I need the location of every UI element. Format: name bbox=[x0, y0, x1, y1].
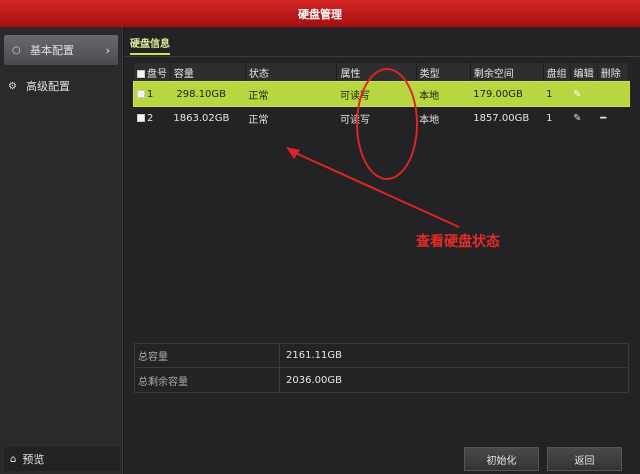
annotation-arrow bbox=[286, 147, 460, 228]
annotation-text: 查看硬盘状态 bbox=[416, 234, 500, 250]
cell-group: 1 bbox=[546, 112, 553, 124]
summary-row-free: 总剩余容量 2036.00GB bbox=[135, 368, 628, 392]
sidebar-item-label: 高级配置 bbox=[26, 80, 70, 93]
edit-icon[interactable]: ✎ bbox=[573, 89, 581, 100]
header-edit: 编辑 bbox=[570, 63, 598, 82]
preview-button[interactable]: ⌂ 预览 bbox=[4, 447, 120, 471]
tab-bar: 硬盘信息 bbox=[124, 27, 640, 57]
initialize-button[interactable]: 初始化 bbox=[464, 447, 539, 471]
preview-label: 预览 bbox=[22, 453, 45, 466]
cell-disk-no: 1 bbox=[134, 82, 171, 106]
total-capacity-label: 总容量 bbox=[135, 344, 280, 367]
back-button[interactable]: 返回 bbox=[547, 447, 622, 471]
total-free-label: 总剩余容量 bbox=[135, 368, 280, 392]
cell-capacity: 298.10GB bbox=[170, 82, 246, 106]
cell-free: 1857.00GB bbox=[473, 112, 530, 124]
sidebar: ○ 基本配置 › ⚙ 高级配置 bbox=[0, 27, 123, 474]
header-type: 类型 bbox=[416, 63, 471, 82]
total-free-value: 2036.00GB bbox=[286, 374, 342, 386]
header-disk-no: 盘号 bbox=[134, 63, 171, 82]
header-free: 剩余空间 bbox=[470, 63, 544, 82]
home-icon: ⌂ bbox=[10, 453, 17, 465]
tab-disk-info[interactable]: 硬盘信息 bbox=[130, 35, 170, 55]
circle-icon: ○ bbox=[12, 44, 21, 56]
chevron-right-icon: › bbox=[105, 43, 110, 57]
summary-panel: 总容量 2161.11GB 总剩余容量 2036.00GB bbox=[134, 343, 629, 393]
cell-status: 正常 bbox=[248, 114, 269, 126]
header-delete: 删除 bbox=[597, 63, 630, 82]
header-status: 状态 bbox=[245, 63, 338, 82]
sidebar-item-advanced-config[interactable]: ⚙ 高级配置 bbox=[0, 71, 122, 101]
total-capacity-value: 2161.11GB bbox=[286, 350, 342, 361]
header-capacity: 容量 bbox=[170, 63, 246, 82]
cell-delete: ━ bbox=[597, 106, 628, 130]
edit-icon[interactable]: ✎ bbox=[573, 113, 581, 124]
cell-edit: ✎ bbox=[570, 106, 597, 130]
cell-delete[interactable] bbox=[597, 82, 629, 106]
cell-edit: ✎ bbox=[570, 82, 598, 106]
sidebar-item-label: 基本配置 bbox=[30, 44, 74, 57]
cell-type: 本地 bbox=[419, 114, 440, 126]
header-group: 盘组 bbox=[543, 63, 571, 82]
main-panel: 硬盘信息 盘号 容量 状态 属性 类型 剩余空间 盘组 编辑 删除 1 298.… bbox=[124, 27, 640, 474]
sidebar-item-basic-config[interactable]: ○ 基本配置 › bbox=[4, 35, 118, 65]
cell-group: 1 bbox=[543, 82, 571, 106]
window-title: 硬盘管理 bbox=[0, 0, 640, 27]
select-all-checkbox[interactable] bbox=[137, 70, 145, 78]
cell-free: 179.00GB bbox=[470, 82, 544, 106]
row-checkbox[interactable] bbox=[137, 113, 145, 122]
delete-icon[interactable]: ━ bbox=[600, 113, 606, 124]
gear-icon: ⚙ bbox=[8, 80, 17, 92]
row-checkbox[interactable] bbox=[137, 89, 145, 98]
cell-disk-no: 2 bbox=[134, 106, 170, 130]
cell-status: 正常 bbox=[245, 82, 337, 106]
cell-type: 本地 bbox=[416, 82, 471, 106]
cell-capacity: 1863.02GB bbox=[173, 112, 230, 124]
summary-row-total: 总容量 2161.11GB bbox=[135, 344, 628, 368]
